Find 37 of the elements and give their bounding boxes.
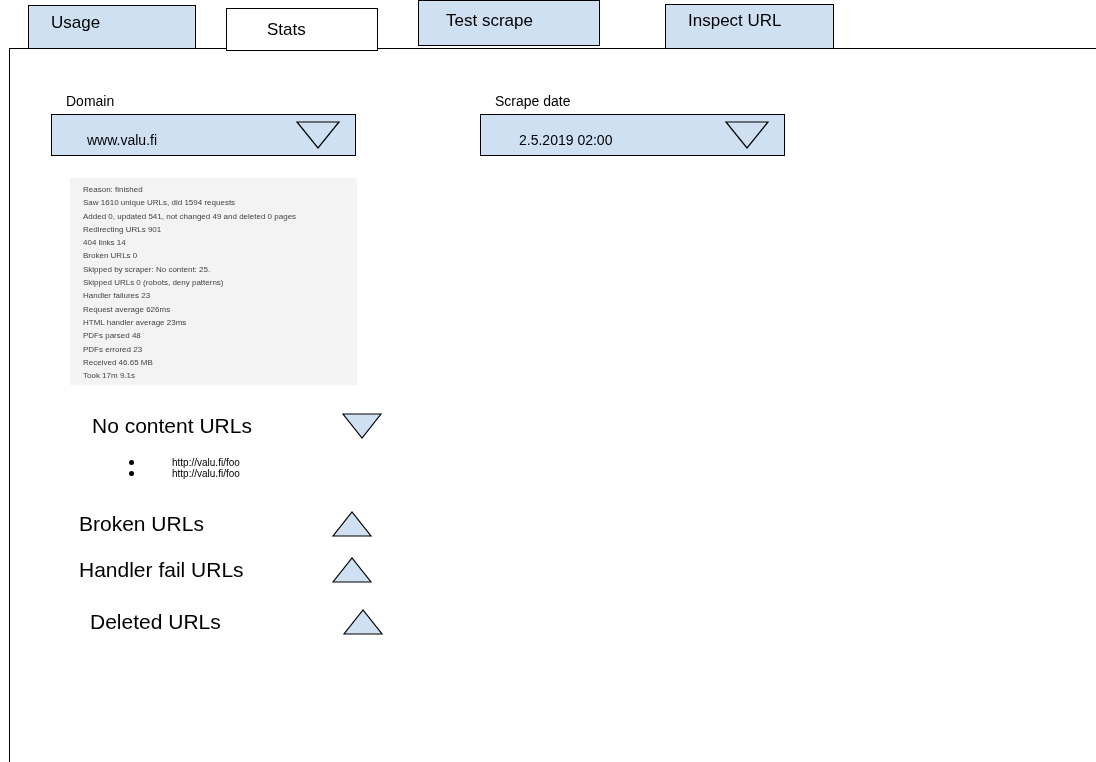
section-title: No content URLs	[92, 414, 253, 439]
collapse-toggle-icon[interactable]	[342, 413, 382, 440]
stats-line: Skipped URLs 0 (robots, deny patterns)	[83, 277, 225, 290]
bullet-icon	[129, 471, 134, 477]
stats-line: Skipped by scraper: No content: 25.	[83, 263, 212, 276]
stats-line: Request average 626ms	[83, 303, 172, 316]
section-title: Handler fail URLs	[79, 558, 245, 583]
caret-icon	[724, 120, 770, 150]
section-title: Deleted URLs	[90, 610, 222, 635]
scrape-date-dropdown[interactable]: 2.5.2019 02:00	[480, 114, 785, 156]
caret-icon	[295, 120, 341, 150]
expand-toggle-icon[interactable]	[332, 511, 372, 538]
stats-line: PDFs parsed 48	[83, 330, 142, 343]
tab[interactable]: Usage	[28, 5, 196, 49]
scrape-date-label: Scrape date	[494, 93, 572, 109]
domain-label: Domain	[65, 93, 116, 109]
stats-line: Received 46.65 MB	[83, 356, 154, 369]
tab[interactable]: Test scrape	[418, 0, 600, 46]
stats-line: Took 17m 9.1s	[83, 370, 137, 383]
expand-toggle-icon[interactable]	[343, 609, 383, 636]
domain-dropdown[interactable]: www.valu.fi	[51, 114, 356, 156]
tab[interactable]: Inspect URL	[665, 4, 834, 49]
stats-line: Redirecting URLs 901	[83, 223, 163, 236]
stats-line: Saw 1610 unique URLs, did 1594 requests	[83, 197, 237, 210]
stats-line: Handler failures 23	[83, 290, 152, 303]
stats-line: HTML handler average 23ms	[83, 316, 188, 329]
stats-line: PDFs errored 23	[83, 343, 144, 356]
stats-line: Added 0, updated 541, not changed 49 and deleted 0 pages	[83, 210, 298, 223]
stats-line: 404 links 14	[83, 237, 127, 250]
url-link[interactable]: http://valu.fi/foo	[172, 457, 240, 469]
section-title: Broken URLs	[79, 512, 205, 537]
url-link[interactable]: http://valu.fi/foo	[172, 468, 240, 480]
expand-toggle-icon[interactable]	[332, 557, 372, 584]
tab[interactable]: Stats	[226, 8, 378, 51]
stats-line: Reason: finished	[83, 184, 144, 196]
bullet-icon	[129, 460, 134, 466]
stats-line: Broken URLs 0	[83, 250, 139, 263]
